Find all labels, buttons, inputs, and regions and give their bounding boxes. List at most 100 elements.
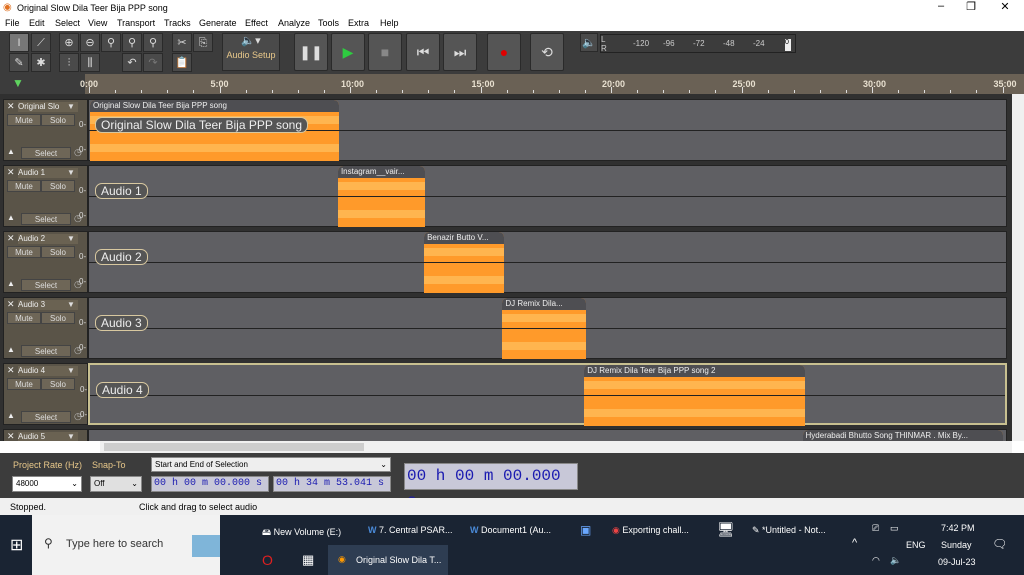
solo-button[interactable]: Solo	[41, 312, 75, 324]
snap-to-select[interactable]: Off ⌄	[90, 476, 142, 492]
project-rate-select[interactable]: 48000 ⌄	[12, 476, 82, 492]
mute-button[interactable]: Mute	[7, 246, 41, 258]
track-header[interactable]: ✕ Audio 1 ▼ Mute Solo Select ▲ ◷	[3, 165, 88, 227]
track-waveform-area[interactable]: 0- 0- Benazir Butto V... Audio 2	[79, 231, 1007, 293]
menu-tracks[interactable]: Tracks	[164, 18, 191, 28]
solo-button[interactable]: Solo	[41, 180, 75, 192]
clock-day[interactable]: Sunday	[941, 540, 972, 550]
redo-icon[interactable]: ↷	[143, 53, 163, 72]
selection-start-time[interactable]: 00 h 00 m 00.000 s	[151, 476, 269, 492]
maximize-button[interactable]: ❐	[956, 0, 986, 13]
search-box[interactable]: ⚲ Type here to search	[32, 515, 220, 575]
select-button[interactable]: Select	[21, 345, 71, 357]
clip-title[interactable]: Benazir Butto V...	[424, 232, 504, 244]
notifications-icon[interactable]: 🗨	[992, 537, 1007, 551]
collapse-icon[interactable]: ▲	[7, 411, 15, 420]
play-button[interactable]: ▶	[331, 33, 365, 71]
menu-help[interactable]: Help	[380, 18, 399, 28]
track-header[interactable]: ✕ Audio 4 ▼ Mute Solo Select ▲ ◷	[3, 363, 88, 425]
playback-meter[interactable]: L R -120 -96 -72 -48 -24 0	[600, 34, 796, 53]
audio-clip[interactable]: DJ Remix Dila Teer Bija PPP song 2	[584, 365, 805, 426]
taskbar-item[interactable]: W Document1 (Au...	[470, 525, 551, 535]
track-header[interactable]: ✕ Audio 3 ▼ Mute Solo Select ▲ ◷	[3, 297, 88, 359]
envelope-tool-icon[interactable]: ⟋	[31, 33, 51, 52]
track-menu-arrow-icon[interactable]: ▼	[67, 366, 75, 375]
audio-setup-button[interactable]: 🔈▾ Audio Setup	[222, 33, 280, 71]
meter-slider[interactable]: 0	[785, 39, 791, 51]
track-close-icon[interactable]: ✕	[7, 299, 15, 310]
menu-select[interactable]: Select	[55, 18, 80, 28]
windows-start-icon[interactable]: ⊞	[10, 535, 23, 555]
selection-end-time[interactable]: 00 h 34 m 53.041 s	[273, 476, 391, 492]
clock-time[interactable]: 7:42 PM	[941, 523, 975, 533]
menu-tools[interactable]: Tools	[318, 18, 339, 28]
remote-desktop-icon[interactable]: 🖥	[717, 521, 735, 538]
clip-title[interactable]: DJ Remix Dila...	[502, 298, 586, 310]
clip-title[interactable]: Hyderabadi Bhutto Song THINMAR . Mix By.…	[802, 430, 1004, 441]
track-close-icon[interactable]: ✕	[7, 233, 15, 244]
vertical-scrollbar[interactable]	[1012, 94, 1024, 441]
menu-extra[interactable]: Extra	[348, 18, 369, 28]
solo-button[interactable]: Solo	[41, 114, 75, 126]
draw-tool-icon[interactable]: ✎	[9, 53, 29, 72]
app-icon[interactable]: ▣	[580, 523, 591, 537]
clip-title[interactable]: Original Slow Dila Teer Bija PPP song	[90, 100, 340, 112]
copy-icon[interactable]: ⎘	[193, 33, 213, 52]
minimize-button[interactable]: –	[926, 0, 956, 12]
scrollbar-thumb[interactable]	[104, 443, 364, 451]
track-waveform-area[interactable]: 0- 0- Original Slow Dila Teer Bija PPP son…	[79, 99, 1007, 161]
track-area[interactable]: ✕ Original Slo ▼ Mute Solo Select ▲ ◷ 0- 0- Origin…	[0, 94, 1012, 441]
collapse-icon[interactable]: ▲	[7, 147, 15, 156]
track-close-icon[interactable]: ✕	[7, 365, 15, 376]
track-menu-arrow-icon[interactable]: ▼	[67, 234, 75, 243]
select-button[interactable]: Select	[21, 411, 71, 423]
taskbar-item[interactable]: ◉ Exporting chall...	[612, 525, 689, 536]
clock-date[interactable]: 09-Jul-23	[938, 557, 976, 567]
selection-tool-icon[interactable]: I	[9, 33, 29, 52]
pause-button[interactable]: ❚❚	[294, 33, 328, 71]
audio-clip[interactable]: Hyderabadi Bhutto Song THINMAR . Mix By.…	[802, 430, 1004, 441]
selection-mode-select[interactable]: Start and End of Selection ⌄	[151, 457, 391, 472]
track-header[interactable]: ✕Audio 5▼MuteSoloSelect▲◷	[3, 429, 88, 441]
multi-tool-icon[interactable]: ✱	[31, 53, 51, 72]
close-button[interactable]: ✕	[990, 0, 1020, 13]
timeline-ruler[interactable]: ▼ 0:00 5:00 10:00 15:00 20:00 25:00 30:00 35:00	[0, 74, 1024, 94]
wifi-icon[interactable]: ◠	[872, 555, 880, 566]
record-button[interactable]: ●	[487, 33, 521, 71]
zoom-in-icon[interactable]: ⊕	[59, 33, 79, 52]
playback-meter-icon[interactable]: 🔈	[580, 33, 598, 52]
taskbar-item[interactable]: 🖴 New Volume (E:)	[262, 525, 341, 541]
menu-effect[interactable]: Effect	[245, 18, 268, 28]
track-header[interactable]: ✕ Original Slo ▼ Mute Solo Select ▲ ◷	[3, 99, 88, 161]
track-close-icon[interactable]: ✕	[7, 167, 15, 178]
zoom-toggle-icon[interactable]: ⚲	[143, 33, 163, 52]
select-button[interactable]: Select	[21, 213, 71, 225]
menu-transport[interactable]: Transport	[117, 18, 155, 28]
fit-project-icon[interactable]: ⚲	[122, 33, 142, 52]
language-indicator[interactable]: ENG	[906, 540, 926, 550]
clip-title[interactable]: DJ Remix Dila Teer Bija PPP song 2	[584, 365, 805, 377]
track-waveform-area[interactable]: 0- 0- DJ Remix Dila... Audio 3	[79, 297, 1007, 359]
mute-button[interactable]: Mute	[7, 312, 41, 324]
select-button[interactable]: Select	[21, 279, 71, 291]
menu-edit[interactable]: Edit	[29, 18, 45, 28]
meet-icon[interactable]: ⎚	[872, 523, 879, 534]
track-menu-arrow-icon[interactable]: ▼	[67, 168, 75, 177]
menu-analyze[interactable]: Analyze	[278, 18, 310, 28]
stop-button[interactable]: ■	[368, 33, 402, 71]
taskbar-item[interactable]: W 7. Central PSAR...	[368, 525, 453, 535]
menu-file[interactable]: File	[5, 18, 20, 28]
mute-button[interactable]: Mute	[7, 378, 41, 390]
battery-icon[interactable]: ▭	[890, 523, 899, 534]
mute-button[interactable]: Mute	[7, 180, 41, 192]
solo-button[interactable]: Solo	[41, 378, 75, 390]
silence-icon[interactable]: ⫼	[80, 53, 100, 72]
mute-button[interactable]: Mute	[7, 114, 41, 126]
track-menu-arrow-icon[interactable]: ▼	[67, 300, 75, 309]
collapse-icon[interactable]: ▲	[7, 345, 15, 354]
collapse-icon[interactable]: ▲	[7, 279, 15, 288]
undo-icon[interactable]: ↶	[122, 53, 142, 72]
audio-clip[interactable]: Instagram__vair...	[337, 166, 426, 227]
cut-icon[interactable]: ✂	[172, 33, 192, 52]
track-close-icon[interactable]: ✕	[7, 101, 15, 112]
